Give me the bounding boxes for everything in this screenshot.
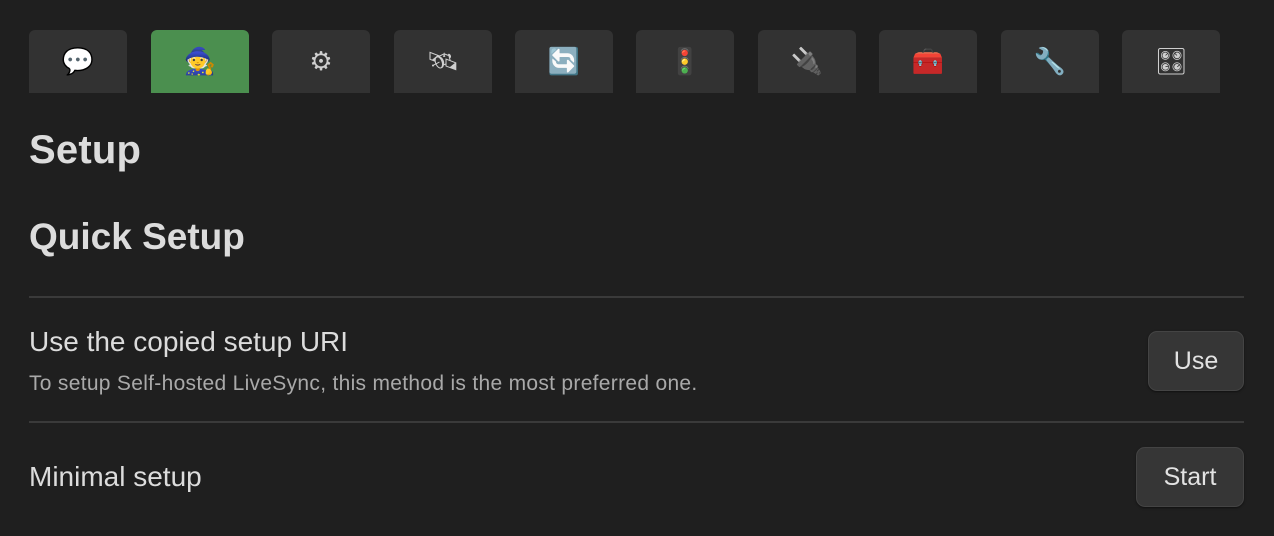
tab-power-users[interactable]: 🎛 bbox=[1122, 30, 1220, 93]
tab-sync[interactable]: 🔄 bbox=[515, 30, 613, 93]
gear-icon: ⚙ bbox=[309, 46, 333, 77]
tab-general-settings[interactable]: ⚙ bbox=[272, 30, 370, 93]
settings-tab-bar: 💬 🧙 ⚙ 🛰 🔄 🚦 🔌 🧰 🔧 🎛 bbox=[29, 30, 1221, 93]
sync-arrows-icon: 🔄 bbox=[547, 46, 581, 77]
wizard-icon: 🧙 bbox=[183, 46, 217, 77]
tab-setup[interactable]: 🧙 bbox=[151, 30, 249, 93]
tab-hatch[interactable]: 🧰 bbox=[879, 30, 977, 93]
page-title: Setup bbox=[29, 128, 142, 172]
tab-remote[interactable]: 🛰 bbox=[394, 30, 492, 93]
setting-description-setup-uri: To setup Self-hosted LiveSync, this meth… bbox=[29, 372, 698, 395]
tab-customization[interactable]: 🔌 bbox=[758, 30, 856, 93]
control-knobs-icon: 🎛 bbox=[1154, 46, 1188, 77]
toolbox-icon: 🧰 bbox=[911, 46, 945, 77]
satellite-icon: 🛰 bbox=[426, 46, 460, 77]
plug-icon: 🔌 bbox=[790, 46, 824, 77]
start-minimal-setup-button[interactable]: Start bbox=[1136, 447, 1244, 507]
speech-balloon-icon: 💬 bbox=[61, 46, 95, 77]
tab-general[interactable]: 💬 bbox=[29, 30, 127, 93]
tab-advanced[interactable]: 🔧 bbox=[1001, 30, 1099, 93]
use-setup-uri-button[interactable]: Use bbox=[1148, 331, 1244, 391]
divider bbox=[29, 296, 1244, 298]
divider bbox=[29, 421, 1244, 423]
setting-name-minimal-setup: Minimal setup bbox=[29, 461, 202, 492]
wrench-icon: 🔧 bbox=[1033, 46, 1067, 77]
setting-name-setup-uri: Use the copied setup URI bbox=[29, 326, 349, 357]
traffic-light-icon: 🚦 bbox=[668, 46, 702, 77]
section-title: Quick Setup bbox=[29, 216, 245, 257]
tab-selector[interactable]: 🚦 bbox=[636, 30, 734, 93]
